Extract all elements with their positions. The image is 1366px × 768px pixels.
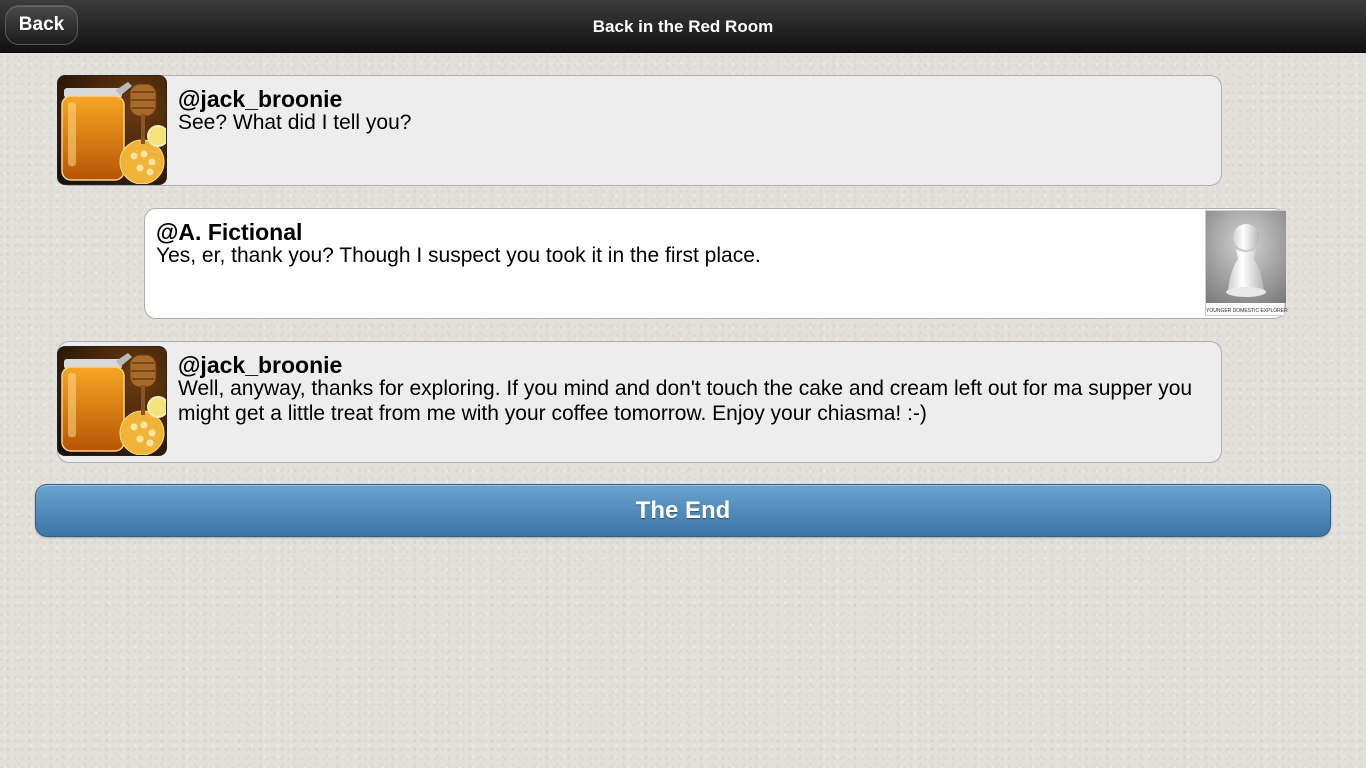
message-author: @jack_broonie xyxy=(178,352,343,378)
back-button[interactable]: Back xyxy=(5,5,78,45)
message-author: @jack_broonie xyxy=(178,86,343,112)
avatar-caption: YOUNGER DOMESTIC EXPLORER xyxy=(1206,308,1288,314)
message-text: Yes, er, thank you? Though I suspect you… xyxy=(156,244,761,267)
page-title: Back in the Red Room xyxy=(592,16,774,36)
message-text: Well, anyway, thanks for exploring. If y… xyxy=(178,377,1193,425)
pawn-avatar: YOUNGER DOMESTIC EXPLORER xyxy=(1205,210,1288,316)
message-author: @A. Fictional xyxy=(156,219,303,245)
the-end-button[interactable]: The End xyxy=(35,484,1331,537)
top-bar: Back Back in the Red Room xyxy=(0,0,1366,53)
honey-jar-avatar xyxy=(57,346,167,456)
honey-jar-avatar xyxy=(57,75,167,185)
message-text: See? What did I tell you? xyxy=(178,111,412,134)
